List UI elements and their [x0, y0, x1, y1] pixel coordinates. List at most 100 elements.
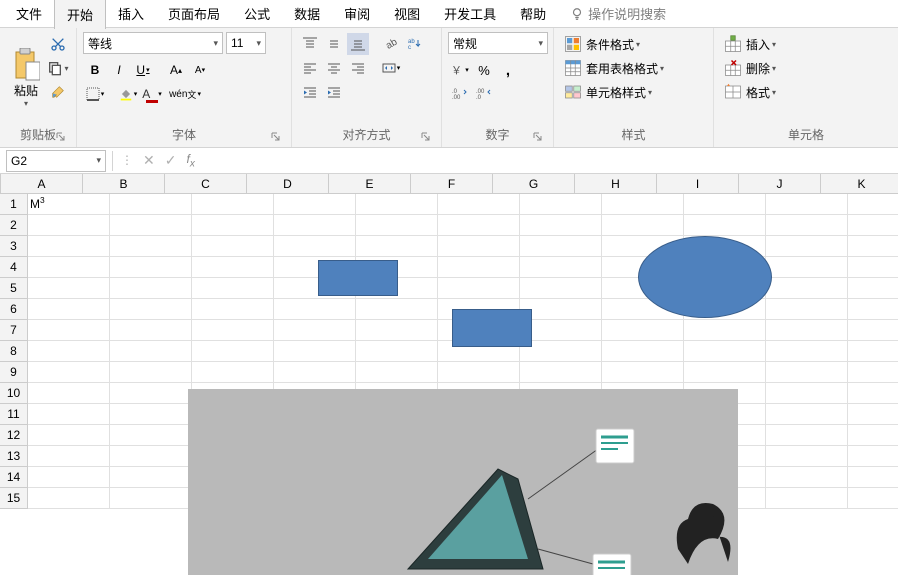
cell-J8[interactable]: [766, 341, 848, 362]
cell-F2[interactable]: [438, 215, 520, 236]
cell-K6[interactable]: [848, 299, 898, 320]
cell-I1[interactable]: [684, 194, 766, 215]
cell-H2[interactable]: [602, 215, 684, 236]
fill-color-button[interactable]: ▾: [117, 83, 139, 105]
number-format-select[interactable]: 常规: [448, 32, 548, 54]
cell-K15[interactable]: [848, 488, 898, 509]
cell-B8[interactable]: [110, 341, 192, 362]
tell-me-search[interactable]: 操作说明搜索: [570, 4, 666, 23]
cell-G3[interactable]: [520, 236, 602, 257]
cell-K7[interactable]: [848, 320, 898, 341]
cell-J3[interactable]: [766, 236, 848, 257]
delete-cells-button[interactable]: 删除▾: [720, 57, 892, 79]
comma-button[interactable]: ,: [497, 59, 519, 81]
cell-B1[interactable]: [110, 194, 192, 215]
cell-D8[interactable]: [274, 341, 356, 362]
cell-C7[interactable]: [192, 320, 274, 341]
cell-F1[interactable]: [438, 194, 520, 215]
cell-K9[interactable]: [848, 362, 898, 383]
column-header[interactable]: K: [821, 174, 898, 194]
cell-style-button[interactable]: 单元格样式▾: [560, 81, 707, 103]
cell-D9[interactable]: [274, 362, 356, 383]
underline-button[interactable]: U▾: [132, 59, 154, 81]
column-header[interactable]: D: [247, 174, 329, 194]
tab-formulas[interactable]: 公式: [232, 0, 282, 28]
tab-home[interactable]: 开始: [54, 0, 106, 29]
phonetic-button[interactable]: wén文▾: [174, 83, 196, 105]
cell-A15[interactable]: [28, 488, 110, 509]
cell-J7[interactable]: [766, 320, 848, 341]
cell-A8[interactable]: [28, 341, 110, 362]
column-header[interactable]: C: [165, 174, 247, 194]
cell-A12[interactable]: [28, 425, 110, 446]
cell-D1[interactable]: [274, 194, 356, 215]
cell-B4[interactable]: [110, 257, 192, 278]
cell-G5[interactable]: [520, 278, 602, 299]
cell-E3[interactable]: [356, 236, 438, 257]
cell-K13[interactable]: [848, 446, 898, 467]
cell-K3[interactable]: [848, 236, 898, 257]
dialog-launcher-clipboard[interactable]: [54, 130, 68, 144]
cell-K2[interactable]: [848, 215, 898, 236]
column-header[interactable]: E: [329, 174, 411, 194]
cell-D2[interactable]: [274, 215, 356, 236]
cell-J13[interactable]: [766, 446, 848, 467]
cell-A14[interactable]: [28, 467, 110, 488]
ellipse-shape[interactable]: [638, 236, 772, 318]
tab-insert[interactable]: 插入: [106, 0, 156, 28]
table-format-button[interactable]: 套用表格格式▾: [560, 57, 707, 79]
tab-file[interactable]: 文件: [4, 0, 54, 28]
cell-C8[interactable]: [192, 341, 274, 362]
cell-K12[interactable]: [848, 425, 898, 446]
cell-K8[interactable]: [848, 341, 898, 362]
row-header[interactable]: 12: [0, 425, 28, 446]
cell-A2[interactable]: [28, 215, 110, 236]
wrap-text-button[interactable]: abc: [404, 33, 426, 55]
cell-J1[interactable]: [766, 194, 848, 215]
cell-C2[interactable]: [192, 215, 274, 236]
bold-button[interactable]: B: [84, 59, 106, 81]
cell-B3[interactable]: [110, 236, 192, 257]
percent-button[interactable]: %: [473, 59, 495, 81]
row-header[interactable]: 10: [0, 383, 28, 404]
cell-J2[interactable]: [766, 215, 848, 236]
cell-E9[interactable]: [356, 362, 438, 383]
cell-F5[interactable]: [438, 278, 520, 299]
decrease-font-button[interactable]: A▾: [189, 59, 211, 81]
cell-G9[interactable]: [520, 362, 602, 383]
borders-button[interactable]: ▾: [84, 83, 106, 105]
rectangle-shape-1[interactable]: [318, 260, 398, 296]
cell-G2[interactable]: [520, 215, 602, 236]
cell-K14[interactable]: [848, 467, 898, 488]
font-color-button[interactable]: A▾: [141, 83, 163, 105]
cell-E6[interactable]: [356, 299, 438, 320]
enter-formula-button[interactable]: ✓: [165, 152, 177, 169]
row-header[interactable]: 15: [0, 488, 28, 509]
cell-E1[interactable]: [356, 194, 438, 215]
cell-I2[interactable]: [684, 215, 766, 236]
cell-C4[interactable]: [192, 257, 274, 278]
format-cells-button[interactable]: 格式▾: [720, 81, 892, 103]
align-center-button[interactable]: [323, 57, 345, 79]
align-right-button[interactable]: [347, 57, 369, 79]
cell-J6[interactable]: [766, 299, 848, 320]
cell-B11[interactable]: [110, 404, 192, 425]
cell-E7[interactable]: [356, 320, 438, 341]
cell-J9[interactable]: [766, 362, 848, 383]
cell-J4[interactable]: [766, 257, 848, 278]
cell-I8[interactable]: [684, 341, 766, 362]
row-header[interactable]: 13: [0, 446, 28, 467]
cell-C6[interactable]: [192, 299, 274, 320]
cell-H1[interactable]: [602, 194, 684, 215]
name-box[interactable]: G2: [6, 150, 106, 172]
tab-data[interactable]: 数据: [282, 0, 332, 28]
cell-E8[interactable]: [356, 341, 438, 362]
decrease-decimal-button[interactable]: .00.0: [473, 83, 495, 105]
row-header[interactable]: 3: [0, 236, 28, 257]
cell-A6[interactable]: [28, 299, 110, 320]
cell-K5[interactable]: [848, 278, 898, 299]
cell-B10[interactable]: [110, 383, 192, 404]
cell-C9[interactable]: [192, 362, 274, 383]
row-header[interactable]: 14: [0, 467, 28, 488]
merge-center-button[interactable]: ▾: [380, 57, 402, 79]
